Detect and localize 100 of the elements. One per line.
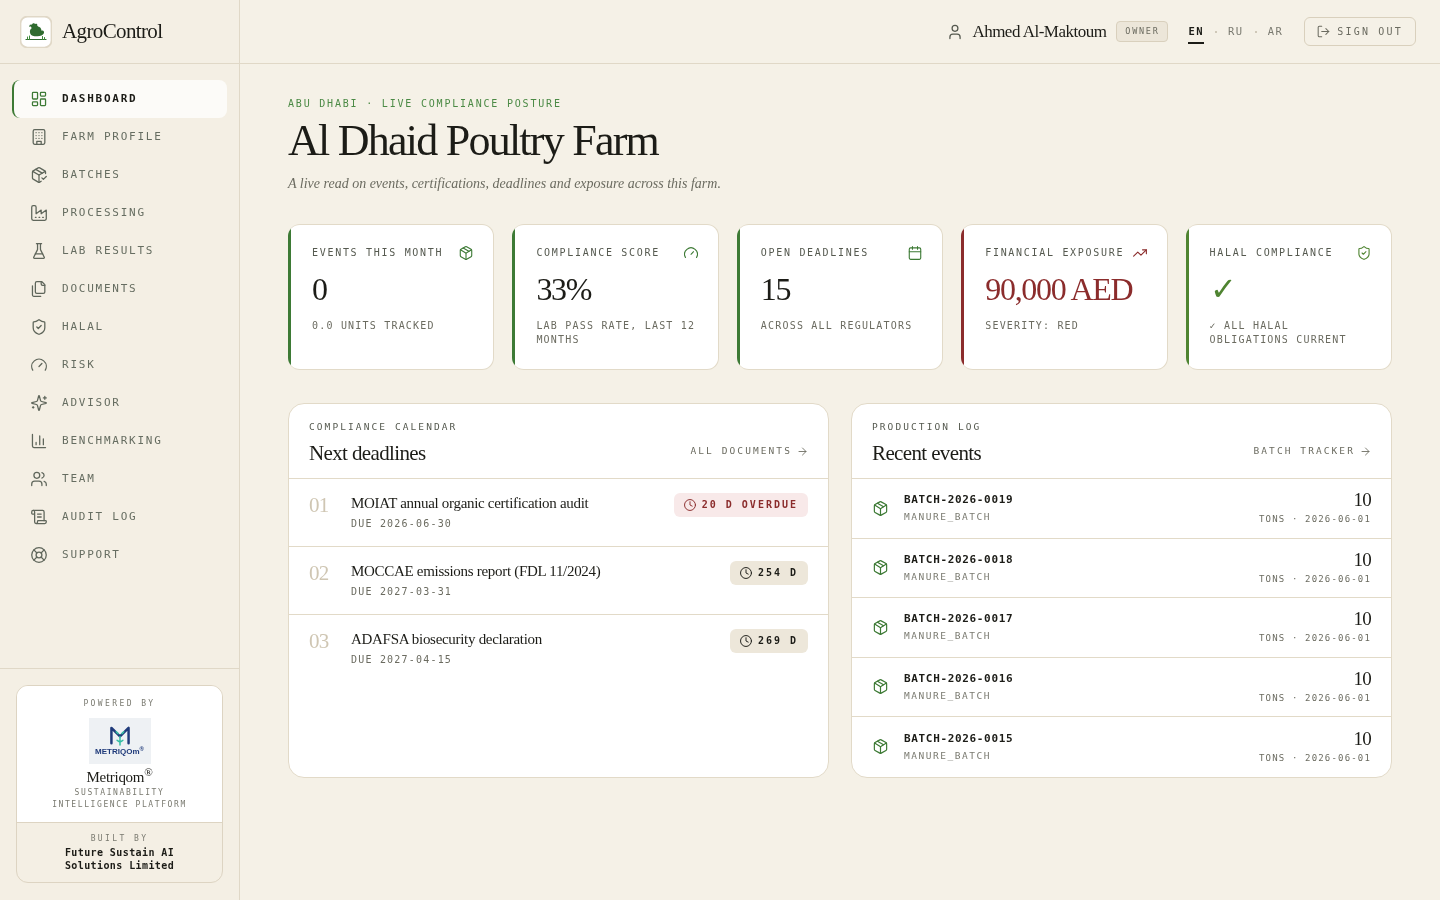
batch-meta: TONS · 2026-06-01: [1259, 572, 1371, 586]
days-remaining: 254 D: [757, 566, 798, 580]
box-icon: [873, 739, 888, 755]
builder-name: Future Sustain AI Solutions Limited: [63, 846, 176, 872]
nav-item[interactable]: RISK: [12, 346, 227, 384]
due-date: DUE 2026-06-30: [351, 517, 454, 531]
batch-type: MANURE_BATCH: [904, 510, 992, 525]
panel-eyebrow: PRODUCTION LOG: [872, 420, 982, 434]
row-number: 01: [309, 493, 330, 517]
stat-label: EVENTS THIS MONTH: [312, 246, 444, 260]
powered-by-label: POWERED BY: [83, 698, 156, 710]
box-icon: [873, 500, 888, 516]
panel-link[interactable]: BATCH TRACKER: [1253, 444, 1371, 458]
nav-item[interactable]: DOCUMENTS: [12, 270, 227, 308]
stat-value: 33%: [536, 270, 593, 309]
bar-chart-icon: [31, 433, 47, 449]
nav-item[interactable]: HALAL: [12, 308, 227, 346]
gauge-icon: [683, 246, 698, 260]
stat-note: ✓ ALL HALAL OBLIGATIONS CURRENT: [1209, 319, 1348, 347]
panel-title: Next deadlines: [309, 440, 427, 466]
panel-title: Recent events: [872, 440, 982, 466]
batch-type: MANURE_BATCH: [904, 748, 992, 763]
nav-item[interactable]: BATCHES: [12, 156, 227, 194]
batch-type: MANURE_BATCH: [904, 688, 992, 703]
batch-type: MANURE_BATCH: [904, 569, 992, 584]
batch-quantity: 10: [1353, 549, 1371, 570]
stat-value: 0: [312, 270, 328, 309]
batch-quantity: 10: [1353, 668, 1371, 689]
arrow-right-icon: [797, 445, 808, 457]
batch-quantity: 10: [1353, 490, 1371, 511]
language-tab[interactable]: AR: [1267, 18, 1284, 45]
trending-up-icon: [1132, 246, 1147, 260]
batch-meta: TONS · 2026-06-01: [1259, 632, 1371, 646]
days-remaining: 269 D: [757, 634, 798, 648]
batch-type: MANURE_BATCH: [904, 629, 992, 644]
role-badge: OWNER: [1116, 21, 1169, 42]
page-title: Al Dhaid Poultry Farm: [288, 117, 660, 165]
brand-name: AgroControl: [62, 17, 163, 45]
shield-check-icon: [31, 319, 47, 335]
sign-out-icon: [1317, 25, 1331, 38]
row-number: 03: [309, 629, 330, 653]
life-buoy-icon: [31, 547, 47, 563]
language-tab[interactable]: RU: [1228, 18, 1244, 45]
nav-item[interactable]: DASHBOARD: [12, 80, 227, 118]
panel-link[interactable]: ALL DOCUMENTS: [690, 444, 808, 458]
batch-id: BATCH-2026-0018: [904, 551, 1015, 568]
nav-item[interactable]: ADVISOR: [12, 384, 227, 422]
page-eyebrow: ABU DHABI · LIVE COMPLIANCE POSTURE: [288, 97, 563, 111]
batch-id: BATCH-2026-0019: [904, 492, 1015, 509]
box-icon: [873, 679, 888, 695]
batch-meta: TONS · 2026-06-01: [1259, 513, 1371, 527]
users-icon: [31, 471, 47, 487]
stat-value: 15: [760, 270, 792, 309]
shield-check-icon: [1357, 246, 1371, 260]
clock-icon: [739, 635, 752, 647]
deadline-title: MOCCAE emissions report (FDL 11/2024): [351, 562, 602, 581]
stat-label: FINANCIAL EXPOSURE: [985, 246, 1125, 260]
due-date: DUE 2027-04-15: [351, 653, 454, 667]
panel-eyebrow: COMPLIANCE CALENDAR: [309, 420, 458, 434]
language-tab[interactable]: EN: [1188, 18, 1205, 45]
sign-out-button[interactable]: SIGN OUT: [1304, 17, 1416, 46]
batch-id: BATCH-2026-0017: [904, 611, 1015, 628]
box-check-icon: [31, 167, 47, 183]
stat-note: 0.0 UNITS TRACKED: [312, 319, 436, 333]
batch-id: BATCH-2026-0016: [904, 670, 1015, 687]
nav-item[interactable]: SUPPORT: [12, 536, 227, 574]
page-subtitle: A live read on events, certifications, deadlines and exposure across this farm.: [288, 175, 722, 193]
built-by-label: BUILT BY: [90, 833, 149, 845]
nav-item[interactable]: PROCESSING: [12, 194, 227, 232]
logo-wordmark: METRIQOm$^{®}$: [95, 746, 144, 757]
flask-icon: [31, 243, 47, 259]
logo-mark-icon: [108, 725, 131, 746]
factory-icon: [31, 205, 47, 221]
row-number: 02: [309, 561, 330, 585]
batch-meta: TONS · 2026-06-01: [1259, 751, 1371, 765]
box-icon: [873, 619, 888, 635]
scroll-icon: [31, 509, 47, 525]
nav-item[interactable]: AUDIT LOG: [12, 498, 227, 536]
nav-item[interactable]: TEAM: [12, 460, 227, 498]
batch-quantity: 10: [1353, 609, 1371, 630]
gauge-icon: [31, 357, 47, 373]
clock-icon: [683, 499, 696, 511]
stat-note: LAB PASS RATE, LAST 12 MONTHS: [536, 319, 697, 347]
calendar-icon: [908, 246, 923, 260]
nav-item[interactable]: BENCHMARKING: [12, 422, 227, 460]
files-icon: [31, 281, 47, 297]
nav-item[interactable]: LAB RESULTS: [12, 232, 227, 270]
stat-note: ACROSS ALL REGULATORS: [760, 319, 914, 333]
box-icon: [873, 560, 888, 576]
clock-icon: [739, 567, 752, 579]
batch-quantity: 10: [1353, 728, 1371, 749]
sparkles-icon: [31, 395, 47, 411]
nav-item[interactable]: FARM PROFILE: [12, 118, 227, 156]
stat-label: HALAL COMPLIANCE: [1209, 246, 1334, 260]
grid-icon: [31, 91, 47, 107]
arrow-right-icon: [1360, 445, 1371, 457]
building-icon: [31, 129, 47, 145]
deadline-title: ADAFSA biosecurity declaration: [351, 630, 543, 649]
user-name: Ahmed Al-Maktoum: [972, 20, 1107, 43]
box-icon: [459, 246, 474, 260]
